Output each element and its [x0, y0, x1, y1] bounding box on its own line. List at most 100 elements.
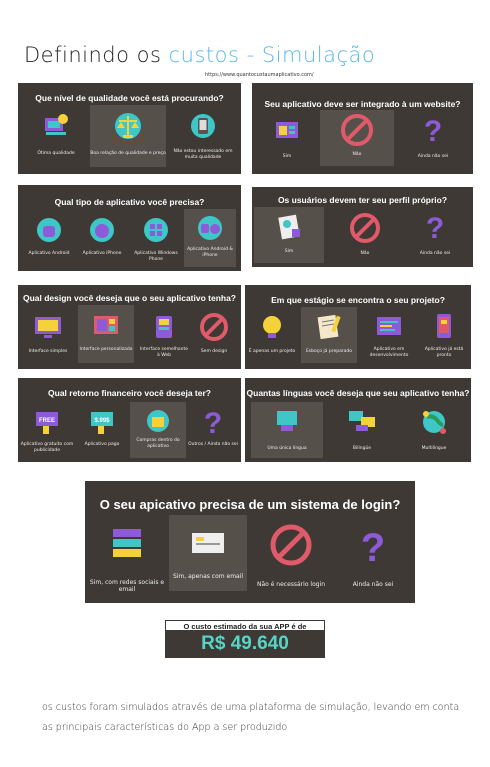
option-no[interactable]: Não [332, 207, 398, 263]
option-label: Compras dentro do aplicativo [136, 438, 180, 449]
option-label: Interface simples [28, 349, 68, 354]
panel-languages: Quantas línguas você deseja que seu apli… [245, 378, 471, 462]
panel-design: Qual design você deseja que o seu aplica… [18, 285, 241, 369]
option-iphone[interactable]: Aplicativo iPhone [76, 211, 128, 267]
panel-login: O seu apicativo precisa de um sistema de… [85, 481, 415, 603]
option-in-app-purchases[interactable]: Compras dentro do aplicativo [130, 402, 186, 458]
question-platform: Qual tipo de aplicativo você precisa? [54, 197, 205, 207]
option-free-with-ads[interactable]: FREE Aplicativo gratuito com publicidade [20, 402, 74, 458]
social-login-icon [113, 529, 141, 557]
option-label: Outros / Ainda não sei [188, 442, 238, 447]
option-android-iphone[interactable]: Aplicativo Android & iPhone [184, 209, 236, 267]
option-web-like[interactable]: Interface semelhante à Web [138, 307, 190, 363]
option-label: Ótima qualidade [37, 151, 75, 156]
no-icon [350, 213, 380, 243]
option-no-login[interactable]: Não é necessário login [253, 517, 329, 601]
option-email-only[interactable]: Sim, apenas com email [169, 515, 247, 591]
option-dont-know[interactable]: ? Ainda não sei [402, 207, 468, 263]
question-quality: Que nível de qualidade você está procura… [35, 93, 224, 103]
option-label: Ainda não sei [417, 154, 449, 159]
footnote: os custos foram simulados através de uma… [42, 702, 460, 733]
option-great-quality[interactable]: Ótima qualidade [26, 105, 86, 167]
cost-label: O custo estimado da sua APP é de [165, 620, 325, 631]
page-title: Definindo os custos - Simulação [24, 43, 376, 67]
cost-value: R$ 49.640 [201, 633, 289, 654]
option-label: Aplicativo Android & iPhone [187, 247, 233, 258]
scale-icon [115, 113, 141, 139]
option-no[interactable]: Não [320, 110, 394, 166]
option-app-ready[interactable]: Aplicativo já está pronto [419, 307, 469, 363]
option-label: Aplicativo gratuito com publicidade [20, 442, 74, 453]
windows-icon [144, 218, 168, 242]
panel-stage: Em que estágio se encontra o seu projeto… [245, 285, 471, 369]
option-dont-know[interactable]: ? Ainda não sei [400, 110, 466, 166]
bilingual-icon [349, 411, 375, 431]
option-label: Interface semelhante à Web [139, 347, 189, 358]
android-icon [37, 218, 61, 242]
panel-website: Seu aplicativo deve ser integrado à um w… [252, 83, 473, 174]
question-mark-icon: ? [424, 115, 442, 146]
free-badge: FREE [39, 418, 55, 424]
option-label: Multilíngue [421, 446, 447, 451]
option-label: Aplicativo Android [28, 251, 70, 256]
panel-profile: Os usuários devem ter seu perfil próprio… [252, 187, 473, 267]
option-good-value[interactable]: Boa relação de qualidade e preço [90, 105, 166, 167]
option-label: É apenas um projeto [248, 349, 296, 354]
option-label: Não [360, 251, 370, 256]
svg-text:?: ? [361, 526, 385, 567]
custom-ui-icon [94, 316, 118, 334]
free-tag-icon: FREE [36, 412, 58, 434]
option-yes[interactable]: Sim [258, 110, 316, 166]
question-revenue: Qual retorno financeiro você deseja ter? [48, 388, 211, 398]
option-just-project[interactable]: É apenas um projeto [247, 307, 297, 363]
apple-icon [90, 218, 114, 242]
question-design: Qual design você deseja que o seu aplica… [22, 293, 237, 303]
option-dont-know[interactable]: ? Ainda não sei [335, 517, 411, 601]
option-other[interactable]: ? Outros / Ainda não sei [188, 402, 238, 458]
option-single-language[interactable]: Uma única língua [251, 402, 323, 458]
sketch-icon [317, 314, 341, 340]
option-label: Aplicativo iPhone [82, 251, 122, 256]
android-apple-icon [198, 216, 222, 240]
option-low-quality[interactable]: Não estou interessado em muita qualidade [170, 105, 236, 167]
option-in-development[interactable]: Aplicativo em desenvolvimento [361, 307, 417, 363]
shopping-icon [147, 410, 169, 432]
option-label: Boa relação de qualidade e preço [90, 151, 166, 156]
option-label: Aplicativo em desenvolvimento [369, 347, 409, 358]
email-icon [192, 533, 224, 553]
option-no-design[interactable]: Sem design [190, 307, 238, 363]
panel-platform: Qual tipo de aplicativo você precisa? Ap… [18, 185, 241, 271]
option-label: Uma única língua [267, 446, 307, 451]
cost-estimate: O custo estimado da sua APP é de R$ 49.6… [165, 620, 325, 658]
profile-card-icon [278, 214, 300, 240]
phone-icon [191, 114, 215, 138]
web-ui-icon [156, 316, 172, 338]
option-label: Ainda não sei [419, 251, 451, 256]
option-label: Aplicativo pago [84, 442, 120, 447]
globe-icon [423, 411, 446, 434]
option-custom-interface[interactable]: Interface personalizada [78, 305, 134, 363]
option-yes[interactable]: Sim [254, 207, 324, 263]
panel-quality: Que nível de qualidade você está procura… [18, 83, 241, 174]
option-label: Sim, com redes sociais e email [89, 579, 165, 593]
svg-text:?: ? [424, 115, 442, 146]
option-multilingual[interactable]: Multilíngue [401, 402, 467, 458]
option-simple-interface[interactable]: Interface simples [22, 307, 74, 363]
option-social-and-email[interactable]: Sim, com redes sociais e email [89, 517, 165, 601]
question-website: Seu aplicativo deve ser integrado à um w… [264, 99, 461, 109]
option-android[interactable]: Aplicativo Android [24, 211, 74, 267]
no-icon [270, 524, 312, 566]
option-sketch-ready[interactable]: Esboço já preparado [301, 307, 357, 363]
option-paid-app[interactable]: $.99$ Aplicativo pago [76, 402, 128, 458]
question-languages: Quantas línguas você deseja que seu apli… [246, 388, 470, 398]
monitor-icon [35, 317, 61, 338]
price-badge: $.99$ [94, 418, 110, 424]
option-windows-phone[interactable]: Aplicativo Windows Phone [130, 211, 182, 267]
question-login: O seu apicativo precisa de um sistema de… [99, 497, 401, 512]
phone-app-icon [437, 314, 451, 338]
question-mark-icon: ? [204, 407, 222, 438]
svg-text:?: ? [204, 407, 222, 438]
option-label: Ainda não sei [352, 581, 394, 588]
panel-revenue: Qual retorno financeiro você deseja ter?… [18, 378, 241, 462]
option-bilingual[interactable]: Bilíngüe [329, 402, 395, 458]
